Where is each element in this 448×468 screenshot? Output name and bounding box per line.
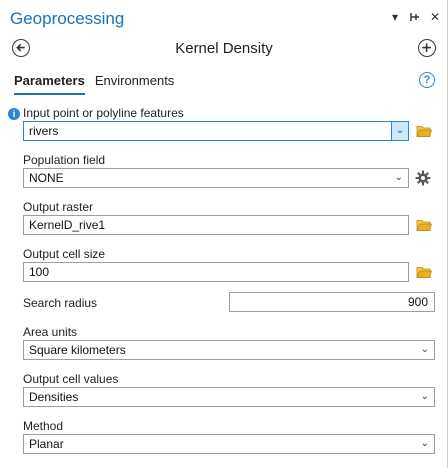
area-units-dropdown[interactable]: Square kilometers ⌄ <box>23 340 435 360</box>
method-label: Method <box>23 419 64 433</box>
folder-icon[interactable] <box>416 124 432 138</box>
area-units-label: Area units <box>23 325 78 339</box>
cell-size-value: 100 <box>29 265 50 279</box>
pane-title: Geoprocessing <box>10 9 125 28</box>
close-icon[interactable]: ✕ <box>428 10 442 24</box>
cell-values-dropdown[interactable]: Densities ⌄ <box>23 387 435 407</box>
input-features-value: rivers <box>29 124 59 138</box>
folder-icon[interactable] <box>416 265 432 279</box>
input-features-dropdown[interactable]: rivers ⌄ <box>23 121 409 141</box>
pane-titlebar: Geoprocessing ▾ ✕ <box>0 0 448 36</box>
add-button[interactable] <box>418 39 436 57</box>
area-units-value: Square kilometers <box>29 343 126 357</box>
chevron-down-icon: ⌄ <box>420 438 429 449</box>
population-field-dropdown[interactable]: NONE ⌄ <box>23 168 409 188</box>
cell-values-label: Output cell values <box>23 372 119 386</box>
chevron-down-icon: ⌄ <box>420 344 429 355</box>
output-raster-value: KernelD_rive1 <box>29 218 106 232</box>
tab-parameters[interactable]: Parameters <box>14 73 85 95</box>
chevron-down-icon: ⌄ <box>420 391 429 402</box>
pin-icon[interactable] <box>408 10 422 24</box>
chevron-down-icon[interactable]: ⌄ <box>391 121 409 141</box>
gear-icon[interactable] <box>415 170 431 186</box>
method-dropdown[interactable]: Planar ⌄ <box>23 434 435 454</box>
window-controls: ▾ ✕ <box>388 10 442 24</box>
cell-size-label: Output cell size <box>23 247 106 261</box>
cell-values-value: Densities <box>29 390 79 404</box>
tool-title: Kernel Density <box>175 40 273 57</box>
method-value: Planar <box>29 437 64 451</box>
search-radius-input[interactable]: 900 <box>229 292 435 312</box>
options-menu-icon[interactable]: ▾ <box>388 10 402 24</box>
chevron-down-icon: ⌄ <box>394 172 403 183</box>
geoprocessing-pane: Geoprocessing ▾ ✕ Kernel Density Paramet… <box>0 0 448 468</box>
tab-strip: Parameters Environments <box>14 73 174 95</box>
tool-header: Kernel Density <box>0 36 448 64</box>
cell-size-input[interactable]: 100 <box>23 262 409 282</box>
output-raster-input[interactable]: KernelD_rive1 <box>23 215 409 235</box>
output-raster-label: Output raster <box>23 200 94 214</box>
population-field-value: NONE <box>29 171 64 185</box>
input-features-label: Input point or polyline features <box>23 106 184 120</box>
search-radius-value: 900 <box>407 295 428 309</box>
add-icon <box>422 43 431 52</box>
help-icon[interactable]: ? <box>419 72 435 88</box>
info-icon[interactable]: i <box>8 108 20 120</box>
folder-icon[interactable] <box>416 218 432 232</box>
search-radius-label: Search radius <box>23 296 98 310</box>
population-field-label: Population field <box>23 153 106 167</box>
tab-environments[interactable]: Environments <box>95 73 174 95</box>
